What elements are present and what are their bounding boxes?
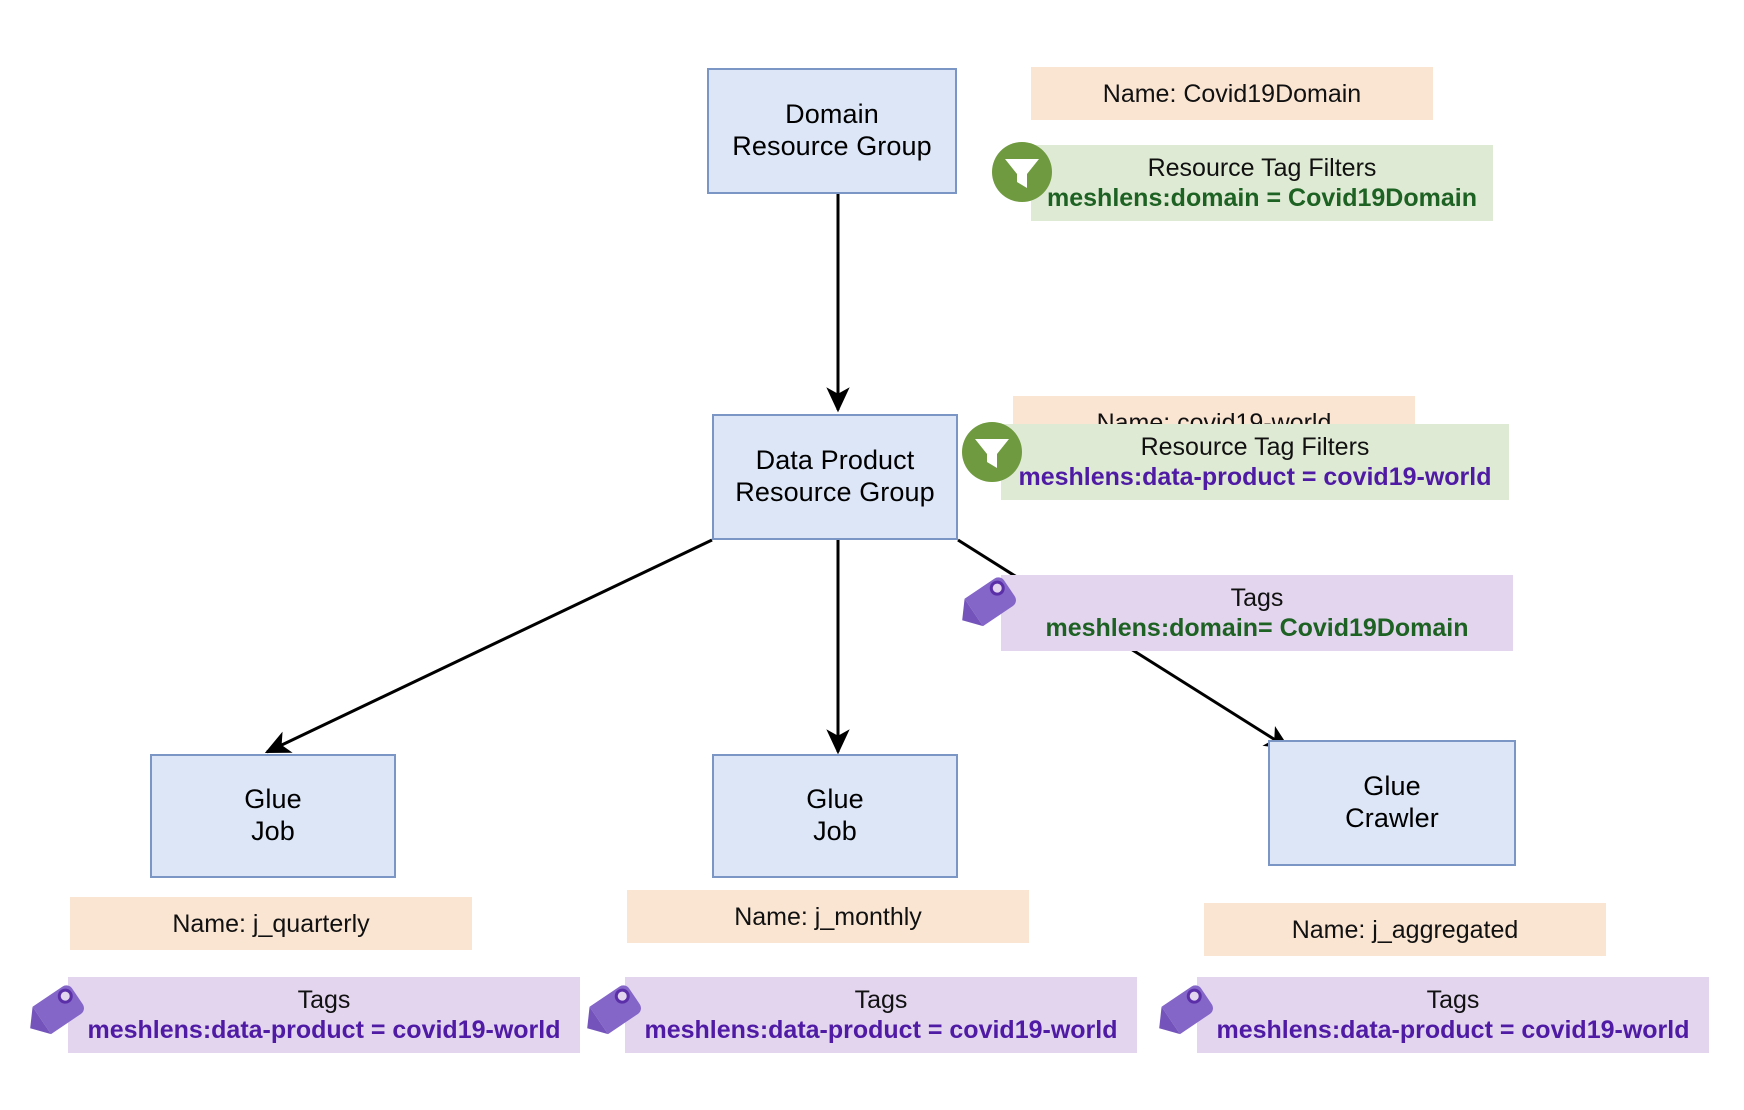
annotation-glue-job-quarterly-name: Name: j_quarterly: [70, 897, 472, 950]
node-domain-resource-group[interactable]: Domain Resource Group: [707, 68, 957, 194]
annotation-domain-filter-title: Resource Tag Filters: [1147, 154, 1377, 182]
annotation-glue-job-monthly-name: Name: j_monthly: [627, 890, 1029, 943]
node-domain-line1: Domain: [785, 99, 879, 130]
annotation-glue-job-monthly-tags: Tags meshlens:data-product = covid19-wor…: [625, 977, 1137, 1053]
node-data-product-line2: Resource Group: [735, 477, 935, 507]
node-glue-crawler[interactable]: Glue Crawler: [1268, 740, 1516, 866]
tag-label-icon-glue-job-monthly: [583, 975, 655, 1047]
tag-label-icon-data-product: [958, 567, 1030, 639]
annotation-data-product-filter-title: Resource Tag Filters: [1140, 433, 1370, 461]
annotation-glue-job-quarterly-tags: Tags meshlens:data-product = covid19-wor…: [68, 977, 580, 1053]
annotation-domain-filter: Resource Tag Filters meshlens:domain = C…: [1031, 145, 1493, 221]
node-glue-job-quarterly-line2: Job: [251, 816, 295, 846]
annotation-domain-filter-kv: meshlens:domain = Covid19Domain: [1047, 184, 1477, 212]
annotation-glue-job-quarterly-tags-title: Tags: [297, 986, 351, 1014]
annotation-glue-job-quarterly-tags-kv: meshlens:data-product = covid19-world: [87, 1016, 561, 1044]
annotation-glue-crawler-name-text: Name: j_aggregated: [1291, 915, 1519, 944]
annotation-data-product-tags-kv: meshlens:domain= Covid19Domain: [1045, 614, 1469, 642]
node-glue-job-quarterly[interactable]: Glue Job: [150, 754, 396, 878]
annotation-data-product-filter: Resource Tag Filters meshlens:data-produ…: [1001, 424, 1509, 500]
node-glue-job-monthly-line2: Job: [813, 816, 857, 846]
annotation-glue-crawler-tags-title: Tags: [1426, 986, 1480, 1014]
node-data-product-resource-group[interactable]: Data Product Resource Group: [712, 414, 958, 540]
node-glue-crawler-line2: Crawler: [1345, 803, 1439, 833]
diagram-canvas: Domain Resource Group Data Product Resou…: [0, 0, 1744, 1110]
filter-funnel-icon-data-product: [961, 421, 1023, 483]
annotation-glue-job-monthly-tags-kv: meshlens:data-product = covid19-world: [644, 1016, 1118, 1044]
annotation-data-product-filter-kv: meshlens:data-product = covid19-world: [1018, 463, 1492, 491]
annotation-glue-job-monthly-name-text: Name: j_monthly: [734, 902, 922, 931]
node-domain-line2: Resource Group: [732, 131, 932, 161]
node-glue-crawler-line1: Glue: [1363, 771, 1421, 802]
annotation-glue-crawler-tags: Tags meshlens:data-product = covid19-wor…: [1197, 977, 1709, 1053]
edge-dataproduct-to-gluejob-quarterly: [264, 538, 713, 754]
annotation-data-product-tags: Tags meshlens:domain= Covid19Domain: [1001, 575, 1513, 651]
node-glue-job-monthly[interactable]: Glue Job: [712, 754, 958, 878]
annotation-domain-name-text: Name: Covid19Domain: [1102, 79, 1362, 108]
annotation-glue-crawler-tags-kv: meshlens:data-product = covid19-world: [1216, 1016, 1690, 1044]
tag-label-icon-glue-job-quarterly: [26, 975, 98, 1047]
annotation-glue-job-quarterly-name-text: Name: j_quarterly: [172, 909, 370, 938]
node-glue-job-monthly-line1: Glue: [806, 784, 864, 815]
node-glue-job-quarterly-line1: Glue: [244, 784, 302, 815]
tag-label-icon-glue-crawler: [1155, 975, 1227, 1047]
annotation-data-product-tags-title: Tags: [1230, 584, 1284, 612]
annotation-glue-job-monthly-tags-title: Tags: [854, 986, 908, 1014]
annotation-glue-crawler-name: Name: j_aggregated: [1204, 903, 1606, 956]
annotation-domain-name: Name: Covid19Domain: [1031, 67, 1433, 120]
node-data-product-line1: Data Product: [755, 445, 915, 476]
filter-funnel-icon: [991, 141, 1053, 203]
